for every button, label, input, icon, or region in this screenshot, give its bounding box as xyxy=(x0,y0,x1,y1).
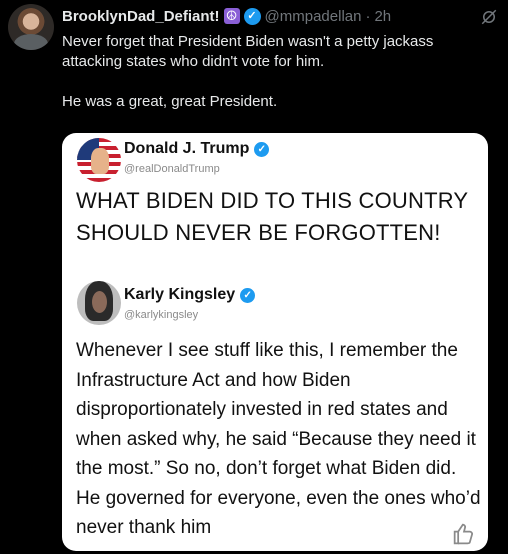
tweet-body: Never forget that President Biden wasn't… xyxy=(62,32,492,132)
post2-name-row: Karly Kingsley ✓ xyxy=(124,286,256,304)
tweet-header: BrooklynDad_Defiant! ☮ ✓ @mmpadellan · 2… xyxy=(62,6,391,26)
author-name[interactable]: BrooklynDad_Defiant! xyxy=(62,8,220,25)
post1-name-row: Donald J. Trump ✓ xyxy=(124,140,270,158)
verified-badge-icon: ✓ xyxy=(254,141,270,157)
post1-handle: @realDonaldTrump xyxy=(124,163,220,175)
author-handle[interactable]: @mmpadellan xyxy=(265,8,362,25)
separator-dot: · xyxy=(365,7,371,25)
thumbs-up-icon xyxy=(453,523,474,545)
post2-name: Karly Kingsley xyxy=(124,286,236,303)
verified-badge-icon[interactable]: ✓ xyxy=(243,7,261,25)
post1-name: Donald J. Trump xyxy=(124,140,250,157)
karly-avatar xyxy=(77,281,121,325)
attached-image[interactable]: Donald J. Trump ✓ @realDonaldTrump WHAT … xyxy=(62,133,488,551)
tweet-paragraph-2: He was a great, great President. xyxy=(62,93,278,110)
post2-text: Whenever I see stuff like this, I rememb… xyxy=(76,340,481,538)
post1-text: WHAT BIDEN DID TO THIS COUNTRY SHOULD NE… xyxy=(76,188,468,245)
post2-handle: @karlykingsley xyxy=(124,309,199,321)
timestamp[interactable]: 2h xyxy=(374,8,391,25)
grok-icon[interactable] xyxy=(480,8,498,26)
trump-avatar xyxy=(77,138,121,182)
peace-emoji: ☮ xyxy=(223,8,240,24)
author-avatar[interactable] xyxy=(8,4,54,50)
tweet-paragraph-1: Never forget that President Biden wasn't… xyxy=(62,33,434,70)
verified-badge-icon: ✓ xyxy=(240,287,256,303)
